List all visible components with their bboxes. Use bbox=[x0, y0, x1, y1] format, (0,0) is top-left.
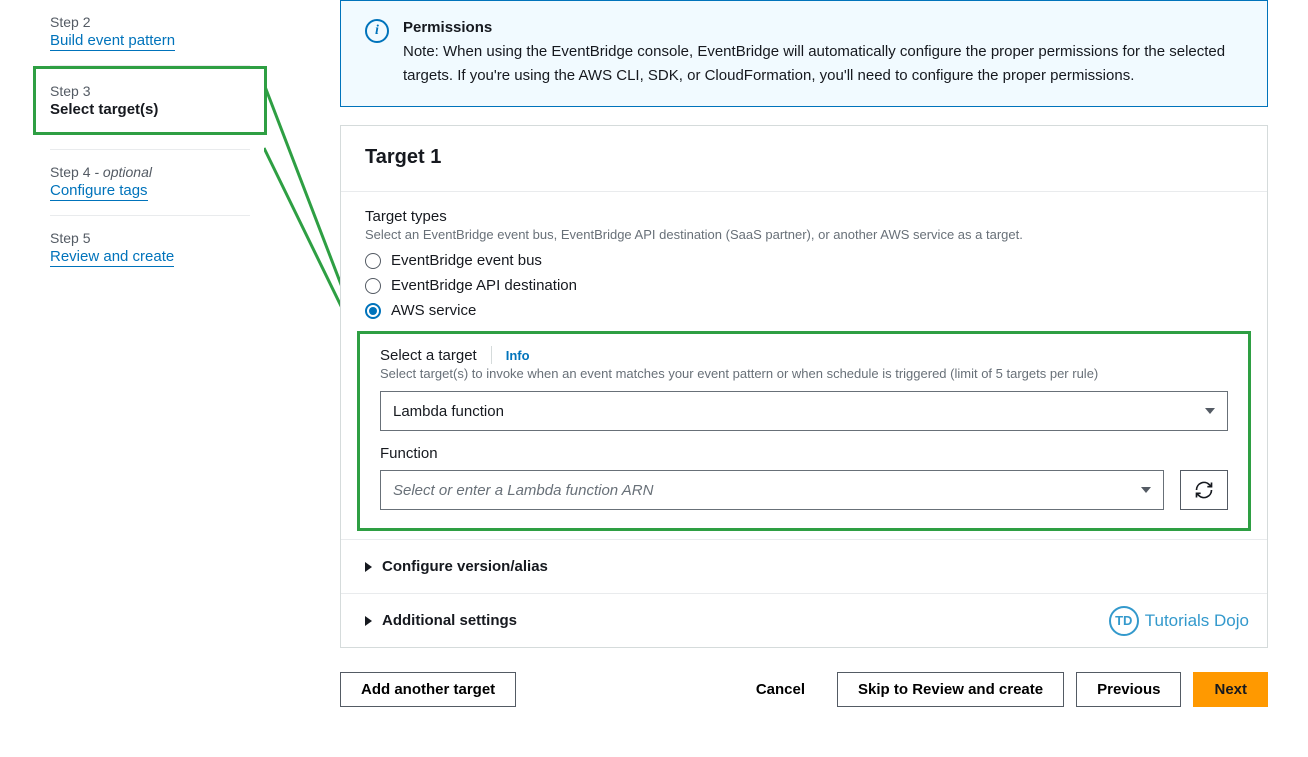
expand-configure-version-alias[interactable]: Configure version/alias bbox=[341, 539, 1267, 593]
function-placeholder: Select or enter a Lambda function ARN bbox=[393, 482, 653, 499]
target-types-desc: Select an EventBridge event bus, EventBr… bbox=[365, 227, 1243, 242]
step-current-title: Select target(s) bbox=[50, 101, 250, 118]
target-select[interactable]: Lambda function bbox=[380, 391, 1228, 431]
wizard-step-5[interactable]: Step 5 Review and create bbox=[50, 216, 250, 281]
select-target-desc: Select target(s) to invoke when an event… bbox=[380, 366, 1228, 381]
footer-actions: Add another target Cancel Skip to Review… bbox=[340, 672, 1268, 707]
step-number: Step 2 bbox=[50, 14, 250, 30]
info-icon: i bbox=[365, 19, 389, 43]
refresh-icon bbox=[1194, 480, 1214, 500]
target-types-label: Target types bbox=[365, 208, 1243, 225]
step-link-build-event-pattern[interactable]: Build event pattern bbox=[50, 32, 175, 51]
radio-icon bbox=[365, 278, 381, 294]
target-card: Target 1 Target types Select an EventBri… bbox=[340, 125, 1268, 648]
radio-eventbridge-event-bus[interactable]: EventBridge event bus bbox=[365, 252, 1243, 269]
radio-aws-service[interactable]: AWS service bbox=[365, 302, 1243, 319]
wizard-step-3-current: Step 3 Select target(s) bbox=[33, 66, 267, 135]
select-target-block: Select a target Info Select target(s) to… bbox=[357, 331, 1251, 531]
td-logo-icon: TD bbox=[1109, 606, 1139, 636]
tutorials-dojo-logo: TD Tutorials Dojo bbox=[1109, 606, 1249, 636]
step-link-configure-tags[interactable]: Configure tags bbox=[50, 182, 148, 201]
add-another-target-button[interactable]: Add another target bbox=[340, 672, 516, 707]
permissions-info-box: i Permissions Note: When using the Event… bbox=[340, 0, 1268, 107]
target-title: Target 1 bbox=[365, 146, 1243, 169]
step-number: Step 3 bbox=[50, 83, 250, 99]
chevron-down-icon bbox=[1205, 408, 1215, 414]
previous-button[interactable]: Previous bbox=[1076, 672, 1181, 707]
next-button[interactable]: Next bbox=[1193, 672, 1268, 707]
radio-label: EventBridge API destination bbox=[391, 277, 577, 294]
refresh-button[interactable] bbox=[1180, 470, 1228, 510]
cancel-button[interactable]: Cancel bbox=[736, 673, 825, 706]
radio-eventbridge-api-destination[interactable]: EventBridge API destination bbox=[365, 277, 1243, 294]
caret-right-icon bbox=[365, 562, 372, 572]
radio-label: EventBridge event bus bbox=[391, 252, 542, 269]
wizard-sidebar: Step 2 Build event pattern Step 3 Select… bbox=[0, 0, 340, 757]
divider bbox=[491, 346, 492, 364]
wizard-step-4[interactable]: Step 4 - optional Configure tags bbox=[50, 149, 250, 216]
target-select-value: Lambda function bbox=[393, 403, 504, 420]
expand-label: Configure version/alias bbox=[382, 558, 548, 575]
step-link-review-create[interactable]: Review and create bbox=[50, 248, 174, 267]
function-label: Function bbox=[380, 445, 1228, 462]
info-link[interactable]: Info bbox=[506, 348, 530, 363]
caret-right-icon bbox=[365, 616, 372, 626]
step-number: Step 4 - optional bbox=[50, 164, 250, 180]
skip-button[interactable]: Skip to Review and create bbox=[837, 672, 1064, 707]
main-panel: i Permissions Note: When using the Event… bbox=[340, 0, 1308, 757]
select-target-label: Select a target bbox=[380, 347, 477, 364]
function-select[interactable]: Select or enter a Lambda function ARN bbox=[380, 470, 1164, 510]
expand-additional-settings[interactable]: Additional settings TD Tutorials Dojo bbox=[341, 593, 1267, 647]
expand-label: Additional settings bbox=[382, 612, 517, 629]
radio-icon bbox=[365, 303, 381, 319]
radio-label: AWS service bbox=[391, 302, 476, 319]
info-title: Permissions bbox=[403, 19, 1243, 36]
info-text: Note: When using the EventBridge console… bbox=[403, 40, 1243, 88]
radio-icon bbox=[365, 253, 381, 269]
step-number: Step 5 bbox=[50, 230, 250, 246]
wizard-step-2[interactable]: Step 2 Build event pattern bbox=[50, 0, 250, 66]
chevron-down-icon bbox=[1141, 487, 1151, 493]
td-logo-text: Tutorials Dojo bbox=[1145, 611, 1249, 631]
